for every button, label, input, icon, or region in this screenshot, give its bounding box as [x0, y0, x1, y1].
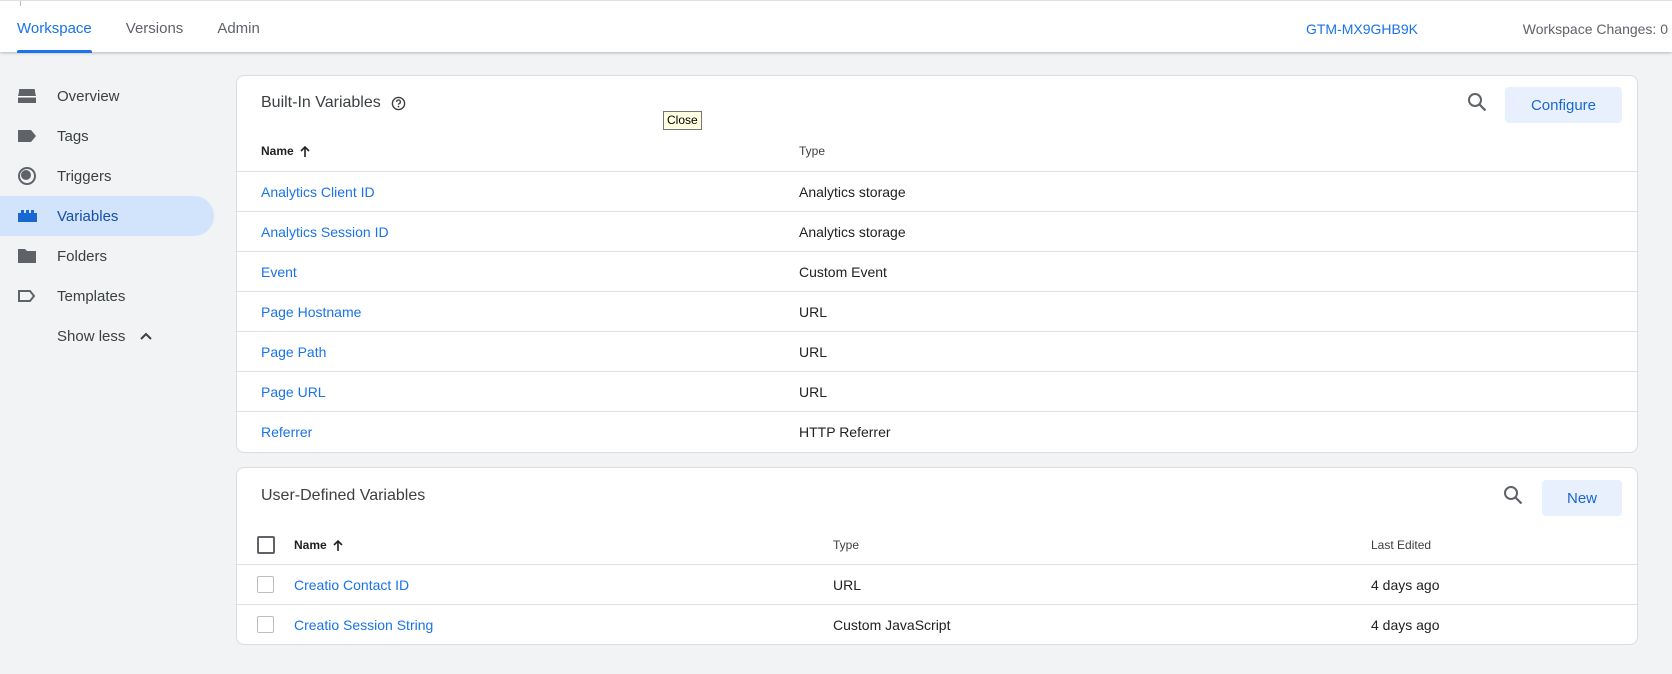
sidebar-item-triggers[interactable]: Triggers	[0, 156, 214, 196]
search-user-defined-button[interactable]	[1499, 481, 1527, 509]
variable-name-link[interactable]: Referrer	[261, 412, 312, 452]
search-icon	[1468, 93, 1487, 112]
table-row: Page Path URL	[237, 331, 1637, 371]
briefcase-icon	[17, 86, 37, 106]
row-checkbox[interactable]	[257, 616, 274, 633]
variable-name-link[interactable]: Event	[261, 252, 297, 292]
trigger-icon	[17, 166, 37, 186]
column-header-name[interactable]: Name	[261, 144, 311, 158]
sidebar-item-tags[interactable]: Tags	[0, 116, 214, 156]
column-header-last-edited: Last Edited	[1371, 538, 1432, 552]
template-icon	[17, 286, 37, 306]
workspace-tabs: Workspace Versions Admin	[0, 1, 277, 53]
show-less-toggle[interactable]: Show less	[0, 316, 214, 356]
tab-workspace[interactable]: Workspace	[0, 1, 109, 53]
sidebar-item-label: Templates	[57, 287, 126, 305]
sidebar-item-folders[interactable]: Folders	[0, 236, 214, 276]
configure-button[interactable]: Configure	[1505, 87, 1622, 123]
variables-icon	[17, 206, 37, 226]
variable-name-link[interactable]: Creatio Session String	[294, 605, 433, 645]
variable-type: URL	[799, 384, 828, 400]
table-row: Analytics Session ID Analytics storage	[237, 211, 1637, 251]
column-header-label: Name	[294, 538, 327, 552]
variable-name-link[interactable]: Creatio Contact ID	[294, 565, 409, 605]
table-row: Page URL URL	[237, 371, 1637, 411]
sidebar-item-label: Overview	[57, 87, 120, 105]
sidebar: Overview Tags Triggers Variables Folders…	[0, 76, 214, 356]
builtin-variables-card: Built-In Variables Configure Name Type A…	[236, 75, 1638, 453]
variable-name-link[interactable]: Page URL	[261, 372, 326, 412]
folder-icon	[17, 246, 37, 266]
table-row: Creatio Contact ID URL 4 days ago	[237, 564, 1637, 604]
show-less-label: Show less	[57, 327, 126, 345]
table-row: Creatio Session String Custom JavaScript…	[237, 604, 1637, 644]
chevron-up-icon	[140, 332, 153, 340]
variable-type: Custom Event	[799, 264, 887, 280]
tab-versions[interactable]: Versions	[109, 1, 201, 53]
column-header-type: Type	[833, 538, 860, 552]
column-header-name[interactable]: Name	[294, 538, 344, 552]
variable-type: Analytics storage	[799, 184, 906, 200]
user-defined-variables-title: User-Defined Variables	[261, 487, 426, 504]
row-checkbox[interactable]	[257, 576, 274, 593]
last-edited: 4 days ago	[1371, 617, 1440, 633]
variable-name-link[interactable]: Analytics Client ID	[261, 172, 375, 212]
variable-type: URL	[799, 304, 828, 320]
variable-type: Analytics storage	[799, 224, 906, 240]
arrow-up-icon	[300, 145, 310, 157]
new-variable-button[interactable]: New	[1542, 480, 1622, 516]
search-icon	[1504, 486, 1523, 505]
close-tooltip: Close	[663, 111, 702, 130]
select-all-checkbox[interactable]	[257, 536, 275, 554]
sidebar-item-label: Triggers	[57, 167, 112, 185]
workspace-changes-count: Workspace Changes: 0	[1522, 21, 1668, 37]
sidebar-item-variables[interactable]: Variables	[0, 196, 214, 236]
table-row: Referrer HTTP Referrer	[237, 411, 1637, 451]
last-edited: 4 days ago	[1371, 577, 1440, 593]
table-row: Page Hostname URL	[237, 291, 1637, 331]
column-header-label: Name	[261, 144, 294, 158]
user-defined-variables-card: User-Defined Variables New Name Type Las…	[236, 467, 1638, 645]
variable-type: HTTP Referrer	[799, 424, 891, 440]
arrow-up-icon	[333, 539, 343, 551]
top-bar: Workspace Versions Admin GTM-MX9GHB9K Wo…	[0, 0, 1672, 53]
tab-admin[interactable]: Admin	[200, 1, 277, 53]
builtin-variables-title: Built-In Variables	[261, 94, 381, 111]
container-id-link[interactable]: GTM-MX9GHB9K	[1306, 1, 1418, 57]
variable-name-link[interactable]: Page Hostname	[261, 292, 361, 332]
table-row: Analytics Client ID Analytics storage	[237, 171, 1637, 211]
sidebar-item-label: Folders	[57, 247, 108, 265]
help-icon[interactable]	[391, 96, 406, 111]
variable-name-link[interactable]: Analytics Session ID	[261, 212, 389, 252]
sidebar-item-label: Tags	[57, 127, 89, 145]
search-builtin-button[interactable]	[1463, 88, 1491, 116]
sidebar-item-templates[interactable]: Templates	[0, 276, 214, 316]
variable-name-link[interactable]: Page Path	[261, 332, 326, 372]
sidebar-item-label: Variables	[57, 207, 119, 225]
builtin-variables-header: Built-In Variables	[261, 94, 406, 112]
variable-type: Custom JavaScript	[833, 617, 951, 633]
sidebar-item-overview[interactable]: Overview	[0, 76, 214, 116]
column-header-type: Type	[799, 144, 826, 158]
table-row: Event Custom Event	[237, 251, 1637, 291]
variable-type: URL	[833, 577, 862, 593]
variable-type: URL	[799, 344, 828, 360]
tag-icon	[17, 126, 37, 146]
